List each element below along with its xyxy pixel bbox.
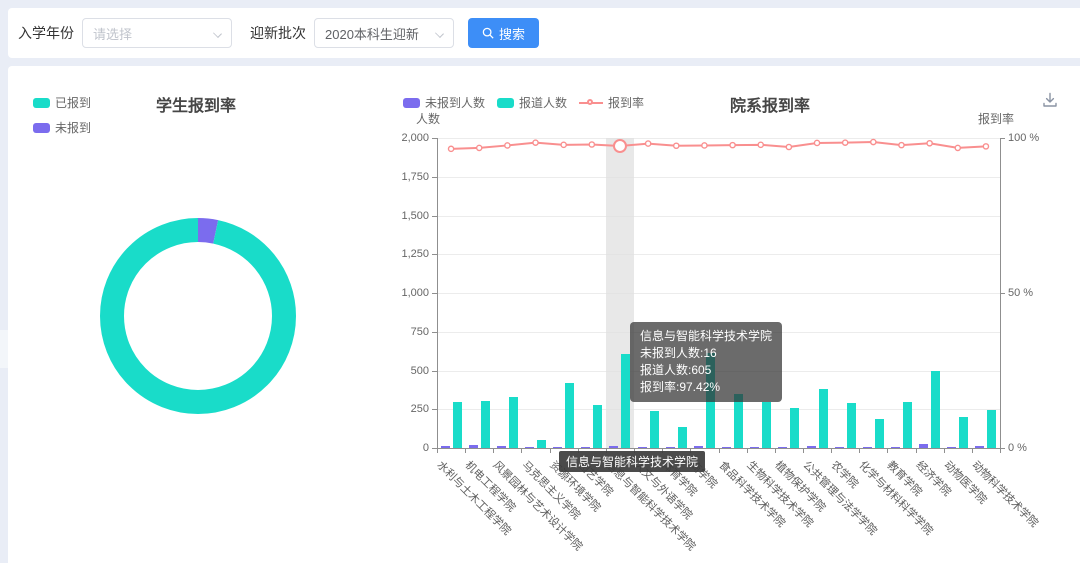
y2-axis-line — [1000, 138, 1001, 453]
legend-label: 未报到人数 — [425, 94, 485, 111]
year-label: 入学年份 — [18, 23, 74, 43]
y-axis-tick-label: 250 — [411, 403, 429, 415]
legend-item-reported[interactable]: 已报到 — [33, 94, 91, 111]
line-point-hovered[interactable] — [614, 140, 626, 152]
student-chart-legend: 已报到 未报到 — [33, 94, 91, 136]
student-chart-title: 学生报到率 — [156, 92, 236, 116]
legend-swatch — [33, 123, 50, 133]
tooltip-row: 未报到人数:16 — [640, 345, 772, 362]
tooltip-title: 信息与智能科学技术学院 — [640, 328, 772, 345]
legend-item-not-reported-count[interactable]: 未报到人数 — [403, 94, 485, 111]
year-select[interactable]: 请选择 — [82, 18, 232, 48]
y-axis-tick-label: 1,000 — [401, 287, 429, 299]
line-point[interactable] — [814, 140, 819, 145]
chart-tooltip: 信息与智能科学技术学院 未报到人数:16 报道人数:605 报到率:97.42% — [630, 322, 782, 402]
x-axis-tick — [521, 448, 522, 453]
search-button-label: 搜索 — [499, 24, 525, 43]
line-point[interactable] — [589, 142, 594, 147]
line-path — [451, 142, 986, 149]
line-point[interactable] — [477, 145, 482, 150]
x-axis-tick — [803, 448, 804, 453]
line-point[interactable] — [843, 140, 848, 145]
dept-chart-legend: 未报到人数 报道人数 报到率 — [403, 94, 644, 111]
x-axis-tick — [719, 448, 720, 453]
line-point[interactable] — [533, 140, 538, 145]
line-point[interactable] — [983, 144, 988, 149]
dept-chart-title: 院系报到率 — [730, 92, 810, 116]
y-axis-tick-label: 1,250 — [401, 248, 429, 260]
legend-label: 已报到 — [55, 94, 91, 111]
y-axis-tick-label: 1,750 — [401, 171, 429, 183]
line-point[interactable] — [758, 142, 763, 147]
legend-swatch — [33, 98, 50, 108]
x-axis-tick — [747, 448, 748, 453]
search-icon — [482, 27, 494, 39]
legend-item-reported-count[interactable]: 报道人数 — [497, 94, 567, 111]
line-point[interactable] — [674, 143, 679, 148]
x-axis-tick — [493, 448, 494, 453]
filter-bar: 入学年份 请选择 迎新批次 2020本科生迎新 搜索 — [8, 8, 1080, 58]
y-axis-tick-label: 750 — [411, 326, 429, 338]
batch-label: 迎新批次 — [250, 23, 306, 43]
x-axis-tick — [887, 448, 888, 453]
search-button[interactable]: 搜索 — [468, 18, 539, 48]
x-axis-tick — [859, 448, 860, 453]
student-report-donut-chart[interactable] — [100, 218, 296, 414]
x-axis-tick — [972, 448, 973, 453]
y-axis-name: 人数 — [416, 110, 440, 127]
y-axis-tick-label: 0 — [423, 442, 429, 454]
legend-label: 未报到 — [55, 119, 91, 136]
donut-slice-reported[interactable] — [112, 230, 284, 402]
x-axis-tick — [775, 448, 776, 453]
x-axis-tick — [550, 448, 551, 453]
axis-pointer-label: 信息与智能科学技术学院 — [559, 451, 705, 472]
y2-axis-tick-label: 100 % — [1008, 132, 1039, 144]
line-point[interactable] — [505, 143, 510, 148]
page-edge-strip — [0, 330, 8, 368]
legend-label: 报到率 — [608, 94, 644, 111]
dept-report-chart-plot: 2,0001,7501,5001,2501,0007505002500100 %… — [437, 138, 1000, 448]
legend-item-not-reported[interactable]: 未报到 — [33, 119, 91, 136]
batch-select-value: 2020本科生迎新 — [325, 24, 419, 43]
legend-item-report-rate[interactable]: 报到率 — [579, 94, 644, 111]
dashboard-card: 已报到 未报到 学生报到率 未报到人数 报道人数 报到率 院系报到率 人数 报到… — [8, 66, 1080, 563]
download-icon[interactable] — [1040, 90, 1060, 110]
y2-axis-tick-label: 50 % — [1008, 287, 1033, 299]
y-axis-tick-label: 2,000 — [401, 132, 429, 144]
line-point[interactable] — [786, 144, 791, 149]
line-point[interactable] — [899, 143, 904, 148]
x-axis-tick — [1000, 448, 1001, 453]
year-select-placeholder: 请选择 — [93, 24, 132, 43]
line-point[interactable] — [927, 141, 932, 146]
line-series-icon — [579, 98, 603, 108]
line-point[interactable] — [561, 142, 566, 147]
y2-axis-name: 报到率 — [978, 110, 1014, 127]
chevron-down-icon — [435, 29, 444, 38]
line-point[interactable] — [702, 143, 707, 148]
tooltip-row: 报到率:97.42% — [640, 379, 772, 396]
line-point[interactable] — [955, 145, 960, 150]
line-point[interactable] — [646, 141, 651, 146]
tooltip-row: 报道人数:605 — [640, 362, 772, 379]
chevron-down-icon — [213, 29, 222, 38]
y2-axis-tick-label: 0 % — [1008, 442, 1027, 454]
line-point[interactable] — [730, 143, 735, 148]
x-axis-tick — [944, 448, 945, 453]
y-axis-tick-label: 500 — [411, 365, 429, 377]
x-axis-tick — [831, 448, 832, 453]
x-axis-tick — [916, 448, 917, 453]
legend-label: 报道人数 — [519, 94, 567, 111]
x-axis-tick — [437, 448, 438, 453]
batch-select[interactable]: 2020本科生迎新 — [314, 18, 454, 48]
line-point[interactable] — [871, 139, 876, 144]
y-axis-tick-label: 1,500 — [401, 210, 429, 222]
line-point[interactable] — [448, 146, 453, 151]
x-axis-tick — [465, 448, 466, 453]
legend-swatch — [497, 98, 514, 108]
legend-swatch — [403, 98, 420, 108]
